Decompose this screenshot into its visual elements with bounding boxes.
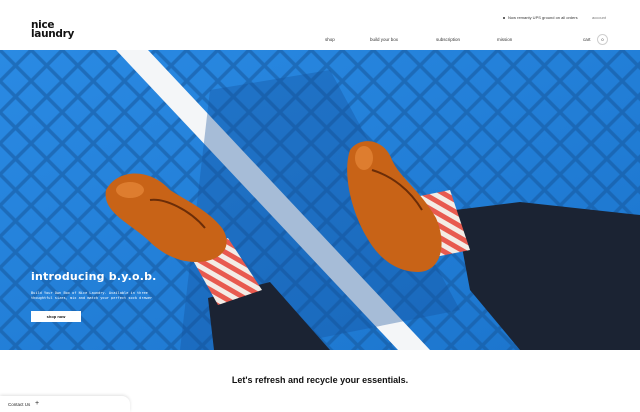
hero-banner (0, 50, 640, 350)
section-heading: Let's refresh and recycle your essential… (231, 375, 409, 385)
hero-image (0, 50, 640, 350)
cart-count-badge[interactable]: 0 (597, 34, 608, 45)
cart-link[interactable]: cart (583, 37, 591, 42)
nav-item-mission[interactable]: mission (497, 37, 512, 42)
bullet-icon (503, 16, 505, 19)
contact-us-label: Contact Us (8, 402, 31, 407)
plus-icon: + (35, 399, 40, 407)
nav-item-shop[interactable]: shop (325, 37, 335, 42)
shop-now-button[interactable]: shop now (31, 311, 81, 322)
hero-description: Build Your Own Box of Nice Laundry. Avai… (31, 291, 153, 300)
logo-line-2: laundry (31, 28, 75, 40)
announcement-bar: Now remanty UPS ground on all orders (503, 15, 578, 20)
account-link[interactable]: account (592, 15, 606, 20)
logo[interactable]: nice laundry (31, 20, 75, 40)
nav-item-build-your-box[interactable]: build your box (370, 37, 398, 42)
nav-item-subscription[interactable]: subscription (436, 37, 460, 42)
contact-us-widget[interactable]: Contact Us + (0, 396, 130, 412)
announcement-text: Now remanty UPS ground on all orders (508, 15, 578, 20)
hero-title: introducing b.y.o.b. (31, 270, 157, 283)
